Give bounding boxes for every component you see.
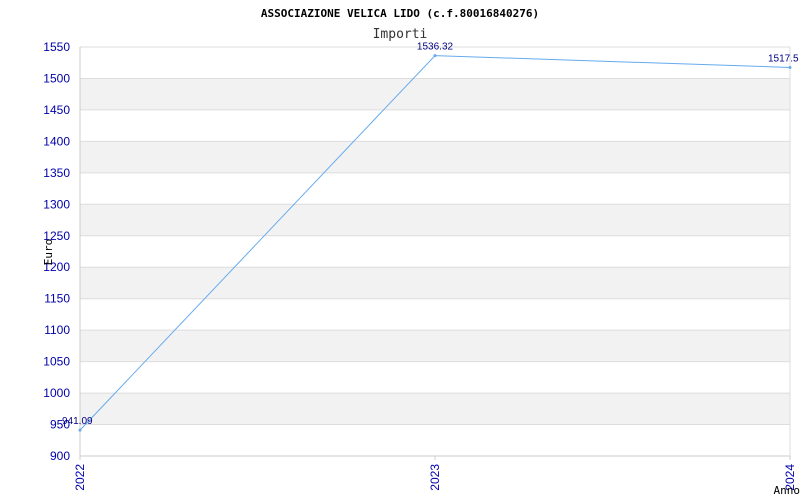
data-point [433,54,437,58]
grid-bands [80,78,790,425]
data-label: 941.09 [62,416,93,427]
line-chart: ASSOCIAZIONE VELICA LIDO (c.f.8001684027… [42,7,800,497]
chart-subtitle: Importi [373,27,428,42]
data-label: 1536.32 [417,42,454,53]
y-tick-label: 1150 [44,292,70,306]
y-tick-label: 1550 [43,40,70,54]
x-tick-label: 2022 [73,464,87,491]
y-tick-label: 1350 [43,166,70,180]
grid-band [80,204,790,236]
y-tick-label: 1000 [43,386,70,400]
y-axis-label: Euro [42,239,55,266]
x-tick-labels: 2022 2023 2024 [73,464,797,491]
data-point [78,428,82,432]
y-tick-label: 900 [50,449,70,463]
x-axis-label: Anno [774,484,800,497]
grid-band [80,78,790,110]
y-tick-label: 1450 [43,103,70,117]
grid-band [80,393,790,425]
data-point [788,65,792,69]
series [78,54,792,432]
y-tick-label: 1400 [43,134,70,148]
series-line [79,55,791,431]
y-tick-label: 1300 [43,197,70,211]
chart-title: ASSOCIAZIONE VELICA LIDO (c.f.8001684027… [261,7,539,20]
y-tick-label: 1500 [43,71,70,85]
data-label: 1517.5 [768,53,799,64]
grid-band [80,267,790,299]
y-tick-label: 1100 [44,323,70,337]
grid-band [80,330,790,362]
x-tick-label: 2023 [428,464,442,491]
grid-band [80,141,790,173]
y-tick-label: 1050 [43,355,70,369]
